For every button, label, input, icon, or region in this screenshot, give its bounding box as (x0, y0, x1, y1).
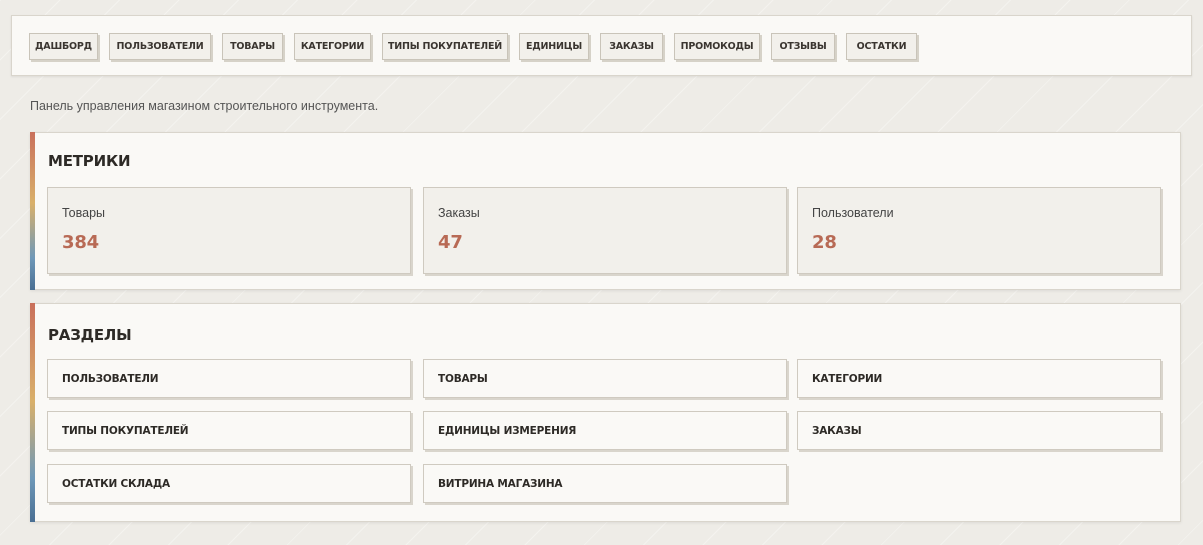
metrics-title: МЕТРИКИ (48, 152, 131, 170)
section-link-units[interactable]: ЕДИНИЦЫ ИЗМЕРЕНИЯ (423, 411, 787, 450)
section-link-customer-types[interactable]: ТИПЫ ПОКУПАТЕЛЕЙ (47, 411, 411, 450)
nav-categories[interactable]: КАТЕГОРИИ (294, 33, 371, 60)
section-link-storefront[interactable]: ВИТРИНА МАГАЗИНА (423, 464, 787, 503)
section-link-orders[interactable]: ЗАКАЗЫ (797, 411, 1161, 450)
nav-reviews[interactable]: ОТЗЫВЫ (771, 33, 835, 60)
metric-value: 47 (438, 232, 463, 253)
top-nav: ДАШБОРД ПОЛЬЗОВАТЕЛИ ТОВАРЫ КАТЕГОРИИ ТИ… (11, 15, 1192, 76)
nav-users[interactable]: ПОЛЬЗОВАТЕЛИ (109, 33, 211, 60)
section-link-products[interactable]: ТОВАРЫ (423, 359, 787, 398)
nav-dashboard[interactable]: ДАШБОРД (29, 33, 98, 60)
metrics-panel: МЕТРИКИ Товары 384 Заказы 47 Пользовател… (30, 132, 1181, 290)
nav-promocodes[interactable]: ПРОМОКОДЫ (674, 33, 760, 60)
nav-customer-types[interactable]: ТИПЫ ПОКУПАТЕЛЕЙ (382, 33, 508, 60)
section-link-stock[interactable]: ОСТАТКИ СКЛАДА (47, 464, 411, 503)
metric-card-orders: Заказы 47 (423, 187, 787, 274)
metric-card-products: Товары 384 (47, 187, 411, 274)
nav-units[interactable]: ЕДИНИЦЫ (519, 33, 589, 60)
section-link-users[interactable]: ПОЛЬЗОВАТЕЛИ (47, 359, 411, 398)
sections-title: РАЗДЕЛЫ (48, 326, 132, 344)
metric-label: Пользователи (812, 206, 894, 220)
nav-orders[interactable]: ЗАКАЗЫ (600, 33, 663, 60)
sections-panel: РАЗДЕЛЫ ПОЛЬЗОВАТЕЛИ ТОВАРЫ КАТЕГОРИИ ТИ… (30, 303, 1181, 522)
metric-card-users: Пользователи 28 (797, 187, 1161, 274)
metric-label: Заказы (438, 206, 480, 220)
section-link-categories[interactable]: КАТЕГОРИИ (797, 359, 1161, 398)
intro-text: Панель управления магазином строительног… (30, 99, 379, 113)
metric-value: 28 (812, 232, 837, 253)
nav-products[interactable]: ТОВАРЫ (222, 33, 283, 60)
metric-value: 384 (62, 232, 99, 253)
metric-label: Товары (62, 206, 105, 220)
nav-stock[interactable]: ОСТАТКИ (846, 33, 917, 60)
